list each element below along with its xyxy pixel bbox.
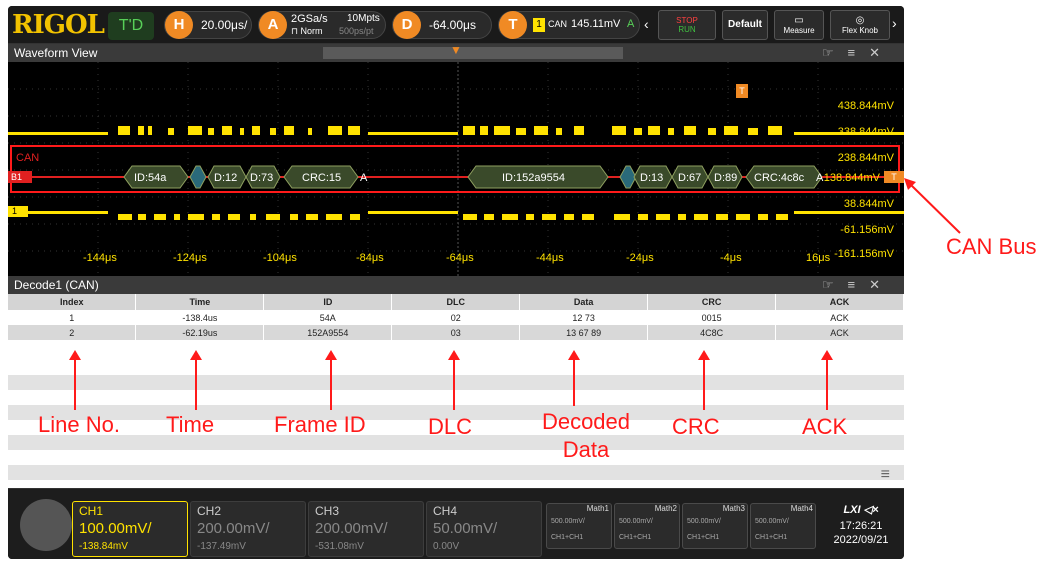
arrow [69, 350, 81, 410]
can-bus-annotation: CAN Bus [946, 234, 1037, 259]
frame-id-annotation: Frame ID [274, 412, 366, 437]
dlc-annotation: DLC [428, 414, 473, 439]
ack-annotation: ACK [802, 414, 848, 439]
decoded-data-annotation: Decoded Data [541, 409, 631, 462]
arrow [190, 350, 202, 410]
time-annotation: Time [166, 412, 215, 437]
arrow [568, 350, 580, 406]
arrow [698, 350, 710, 410]
arrow [448, 350, 460, 410]
annotation-arrows [904, 178, 961, 234]
crc-annotation: CRC [672, 414, 720, 439]
arrow [821, 350, 833, 410]
arrow [325, 350, 337, 410]
line-no-annotation: Line No. [38, 412, 120, 437]
